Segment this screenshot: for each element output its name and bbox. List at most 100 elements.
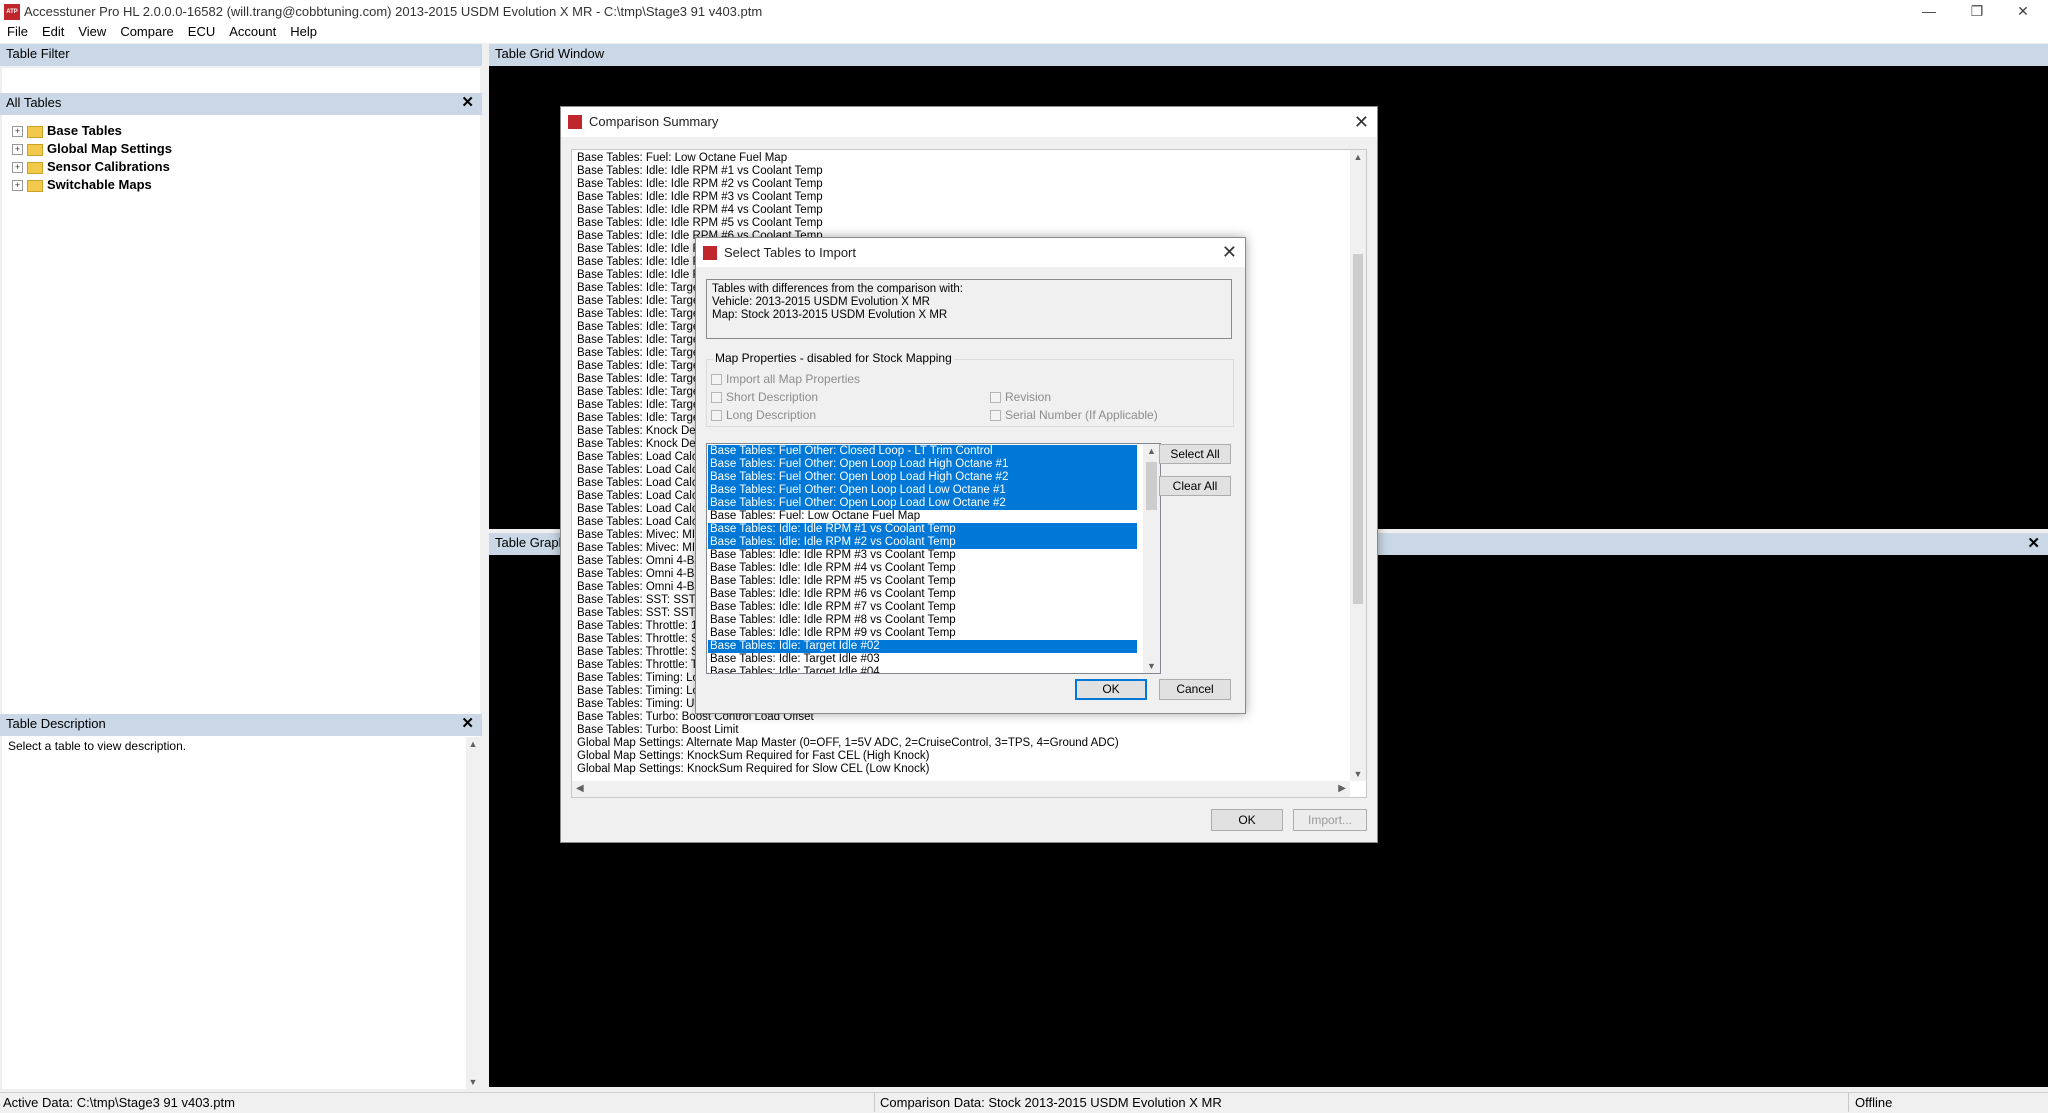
menu-ecu[interactable]: ECU	[181, 23, 222, 41]
table-list-item[interactable]: Base Tables: Idle: Idle RPM #8 vs Coolan…	[708, 614, 1137, 627]
scroll-thumb[interactable]	[1146, 462, 1157, 510]
select-tables-title: Select Tables to Import	[724, 245, 856, 260]
table-list-item[interactable]: Base Tables: Idle: Idle RPM #7 vs Coolan…	[708, 601, 1137, 614]
select-ok-button[interactable]: OK	[1075, 679, 1147, 700]
checkbox-icon	[711, 392, 722, 404]
table-list-item[interactable]: Base Tables: Fuel Other: Open Loop Load …	[708, 458, 1137, 471]
import-button[interactable]: Import...	[1293, 809, 1367, 831]
close-comparison-icon[interactable]: ✕	[1354, 107, 1369, 137]
menu-file[interactable]: File	[0, 23, 35, 41]
import-all-checkbox[interactable]: Import all Map Properties	[711, 372, 860, 386]
table-grid-header: Table Grid Window	[489, 44, 2048, 66]
table-list-item[interactable]: Base Tables: Idle: Idle RPM #4 vs Coolan…	[708, 562, 1137, 575]
select-tables-dialog: Select Tables to Import ✕ Tables with di…	[695, 237, 1246, 714]
serial-number-checkbox[interactable]: Serial Number (If Applicable)	[990, 408, 1158, 422]
menu-view[interactable]: View	[71, 23, 113, 41]
menu-account[interactable]: Account	[222, 23, 283, 41]
short-description-checkbox[interactable]: Short Description	[711, 390, 818, 404]
expand-icon[interactable]: +	[12, 180, 23, 192]
comparison-line: Base Tables: Idle: Idle RPM #2 vs Coolan…	[577, 178, 823, 190]
status-divider	[874, 1092, 875, 1112]
close-graph-icon[interactable]: ✕	[2027, 535, 2040, 553]
scroll-thumb[interactable]	[1353, 254, 1363, 604]
comparison-line: Base Tables: Idle: Idle RPM #5 vs Coolan…	[577, 217, 823, 229]
tree-item-global-map-settings[interactable]: + Global Map Settings	[12, 140, 172, 158]
menu-edit[interactable]: Edit	[35, 23, 71, 41]
comparison-line: Base Tables: Idle: Idle RPM #4 vs Coolan…	[577, 204, 823, 216]
table-list-item[interactable]: Base Tables: Idle: Idle RPM #2 vs Coolan…	[708, 536, 1137, 549]
table-list-item[interactable]: Base Tables: Idle: Idle RPM #3 vs Coolan…	[708, 549, 1137, 562]
table-filter-header: Table Filter	[0, 44, 482, 66]
description-scrollbar[interactable]: ▲ ▼	[466, 737, 480, 1089]
close-select-icon[interactable]: ✕	[1222, 238, 1237, 267]
expand-icon[interactable]: +	[12, 162, 23, 174]
table-list-item[interactable]: Base Tables: Fuel Other: Open Loop Load …	[708, 497, 1137, 510]
tables-listbox[interactable]: Base Tables: Fuel Other: Closed Loop - L…	[706, 443, 1161, 674]
folder-icon	[27, 125, 43, 138]
table-list-item[interactable]: Base Tables: Idle: Target Idle #03	[708, 653, 1137, 666]
table-list-item[interactable]: Base Tables: Idle: Idle RPM #5 vs Coolan…	[708, 575, 1137, 588]
folder-icon	[27, 179, 43, 192]
info-map: Map: Stock 2013-2015 USDM Evolution X MR	[712, 309, 948, 321]
tree-item-sensor-calibrations[interactable]: + Sensor Calibrations	[12, 158, 170, 176]
close-description-icon[interactable]: ✕	[461, 715, 474, 733]
table-list-item[interactable]: Base Tables: Fuel Other: Closed Loop - L…	[708, 445, 1137, 458]
menu-help[interactable]: Help	[283, 23, 324, 41]
menu-bar: File Edit View Compare ECU Account Help	[0, 23, 2048, 43]
long-description-checkbox[interactable]: Long Description	[711, 408, 816, 422]
tables-vscroll[interactable]: ▲ ▼	[1143, 444, 1160, 673]
checkbox-icon	[990, 392, 1001, 404]
left-pane: Table Filter All Tables ✕ + Base Tables +…	[0, 44, 486, 1094]
folder-icon	[27, 143, 43, 156]
window-title: Accesstuner Pro HL 2.0.0.0-16582 (will.t…	[24, 4, 763, 19]
menu-compare[interactable]: Compare	[113, 23, 180, 41]
select-all-button[interactable]: Select All	[1159, 444, 1231, 464]
expand-icon[interactable]: +	[12, 126, 23, 138]
table-list-item[interactable]: Base Tables: Fuel Other: Open Loop Load …	[708, 484, 1137, 497]
table-description-text: Select a table to view description.	[8, 739, 187, 753]
comparison-line: Base Tables: Turbo: Boost Limit	[577, 724, 739, 736]
tree-item-base-tables[interactable]: + Base Tables	[12, 122, 122, 140]
minimize-button[interactable]: —	[1906, 0, 1952, 25]
revision-checkbox[interactable]: Revision	[990, 390, 1051, 404]
map-properties-group: Map Properties - disabled for Stock Mapp…	[706, 351, 1234, 427]
table-list-item[interactable]: Base Tables: Idle: Idle RPM #1 vs Coolan…	[708, 523, 1137, 536]
comparison-line: Global Map Settings: Alternate Map Maste…	[577, 737, 1119, 749]
table-list-item[interactable]: Base Tables: Idle: Idle RPM #6 vs Coolan…	[708, 588, 1137, 601]
checkbox-icon	[711, 374, 722, 386]
table-list-item[interactable]: Base Tables: Idle: Target Idle #02	[708, 640, 1137, 653]
table-list-item[interactable]: Base Tables: Idle: Idle RPM #9 vs Coolan…	[708, 627, 1137, 640]
comparison-hscroll[interactable]: ◀ ▶	[572, 781, 1350, 797]
comparison-ok-button[interactable]: OK	[1211, 809, 1283, 831]
table-list-item[interactable]: Base Tables: Fuel Other: Open Loop Load …	[708, 471, 1137, 484]
table-list-item[interactable]: Base Tables: Idle: Target Idle #04	[708, 666, 1137, 673]
table-description-header: Table Description ✕	[0, 714, 482, 736]
comparison-data-status: Comparison Data: Stock 2013-2015 USDM Ev…	[880, 1095, 1222, 1110]
select-cancel-button[interactable]: Cancel	[1159, 679, 1231, 700]
map-properties-legend: Map Properties - disabled for Stock Mapp…	[713, 351, 954, 365]
window-titlebar: ATP Accesstuner Pro HL 2.0.0.0-16582 (wi…	[0, 0, 2048, 25]
status-divider	[1848, 1092, 1849, 1112]
comparison-line: Base Tables: Idle: Idle RPM #3 vs Coolan…	[577, 191, 823, 203]
tables-list: Base Tables: Fuel Other: Closed Loop - L…	[708, 445, 1137, 673]
table-description-title: Table Description	[6, 716, 106, 731]
info-vehicle: Vehicle: 2013-2015 USDM Evolution X MR	[712, 296, 930, 308]
comparison-line: Global Map Settings: KnockSum Required f…	[577, 750, 930, 762]
comparison-vscroll[interactable]: ▲ ▼	[1350, 150, 1366, 781]
checkbox-icon	[711, 410, 722, 422]
expand-icon[interactable]: +	[12, 144, 23, 156]
tree-item-switchable-maps[interactable]: + Switchable Maps	[12, 176, 152, 194]
active-data-status: Active Data: C:\tmp\Stage3 91 v403.ptm	[3, 1095, 235, 1110]
close-all-tables-icon[interactable]: ✕	[461, 94, 474, 112]
checkbox-icon	[990, 410, 1001, 422]
app-logo-icon	[703, 246, 717, 260]
folder-icon	[27, 161, 43, 174]
restore-button[interactable]: ❐	[1954, 0, 2000, 25]
app-logo-icon: ATP	[4, 4, 20, 20]
close-window-button[interactable]: ✕	[2000, 0, 2046, 25]
table-tree: + Base Tables + Global Map Settings + Senso…	[2, 116, 480, 748]
comparison-line: Base Tables: Fuel: Low Octane Fuel Map	[577, 152, 788, 164]
table-list-item[interactable]: Base Tables: Fuel: Low Octane Fuel Map	[708, 510, 1137, 523]
comparison-summary-title: Comparison Summary	[589, 114, 719, 129]
clear-all-button[interactable]: Clear All	[1159, 476, 1231, 496]
